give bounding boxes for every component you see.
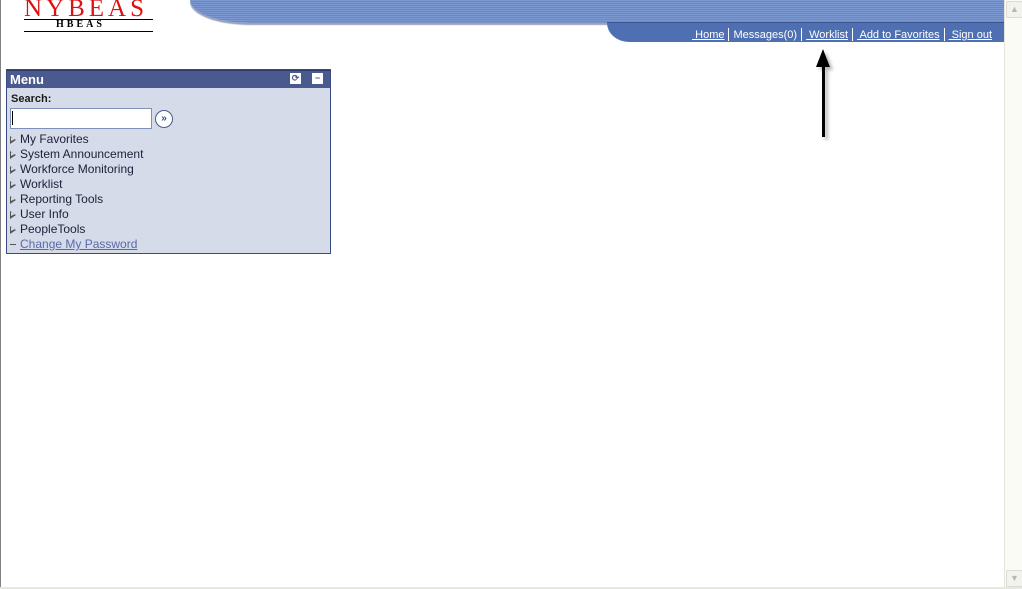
menu-item-peopletools[interactable]: PeopleTools: [10, 222, 143, 237]
scroll-up-arrow-icon[interactable]: ▲: [1006, 1, 1022, 18]
expand-triangle-icon: [10, 210, 16, 219]
expand-triangle-icon: [10, 225, 16, 234]
menu-item-worklist[interactable]: Worklist: [10, 177, 143, 192]
logo-subtitle: HBEAS: [56, 19, 105, 30]
refresh-icon[interactable]: ⟳: [290, 73, 301, 84]
menu-header: Menu ⟳ −: [7, 70, 330, 88]
expand-triangle-icon: [10, 135, 16, 144]
nav-messages-link[interactable]: Messages(0): [729, 29, 801, 41]
expand-triangle-icon: [10, 195, 16, 204]
window-left-border: [0, 0, 1, 589]
leaf-dash-icon: [10, 244, 16, 245]
menu-tree: My Favorites System Announcement Workfor…: [10, 132, 143, 252]
annotation-arrow-icon: [816, 49, 830, 137]
search-go-button[interactable]: »: [155, 110, 173, 128]
nav-home-link[interactable]: Home: [688, 29, 728, 41]
nav-worklist-link[interactable]: Worklist: [802, 29, 852, 41]
menu-item-reporting-tools[interactable]: Reporting Tools: [10, 192, 143, 207]
expand-triangle-icon: [10, 165, 16, 174]
menu-item-change-my-password[interactable]: Change My Password: [10, 237, 143, 252]
menu-item-user-info[interactable]: User Info: [10, 207, 143, 222]
logo-title: NYBEAS: [24, 0, 149, 22]
vertical-scrollbar[interactable]: ▲ ▼: [1004, 0, 1022, 587]
menu-pagelet: Menu ⟳ − Search: » My Favorites System A…: [6, 69, 331, 254]
header-nav-links: Home Messages(0) Worklist Add to Favorit…: [688, 28, 996, 41]
nav-sign-out-link[interactable]: Sign out: [945, 29, 996, 41]
header-nav-bar: Home Messages(0) Worklist Add to Favorit…: [607, 22, 1004, 42]
expand-triangle-icon: [10, 150, 16, 159]
nav-add-to-favorites-link[interactable]: Add to Favorites: [853, 29, 944, 41]
menu-item-workforce-monitoring[interactable]: Workforce Monitoring: [10, 162, 143, 177]
menu-title: Menu: [10, 72, 44, 87]
menu-search-input[interactable]: [10, 108, 152, 129]
scroll-down-arrow-icon[interactable]: ▼: [1006, 570, 1022, 587]
menu-item-system-announcement[interactable]: System Announcement: [10, 147, 143, 162]
header-banner: [190, 0, 1004, 23]
text-caret: [12, 111, 13, 125]
expand-triangle-icon: [10, 180, 16, 189]
logo-rule-bottom: [24, 31, 153, 32]
minimize-icon[interactable]: −: [312, 73, 323, 84]
search-label: Search:: [11, 93, 52, 105]
menu-item-my-favorites[interactable]: My Favorites: [10, 132, 143, 147]
